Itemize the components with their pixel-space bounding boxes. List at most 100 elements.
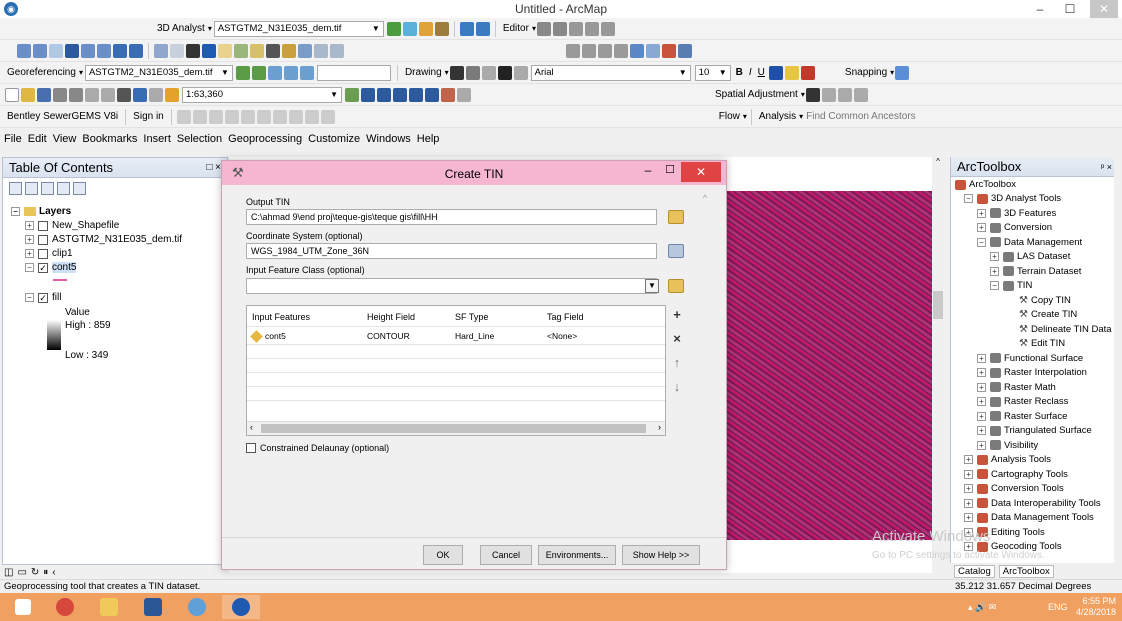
- taskbar-chrome[interactable]: [46, 595, 84, 619]
- steepest-path-icon[interactable]: [402, 21, 417, 36]
- forward-extent-icon[interactable]: [129, 43, 143, 58]
- text-icon[interactable]: [497, 65, 512, 80]
- arctoolbox-tree-item[interactable]: + Cartography Tools: [964, 469, 1068, 480]
- layer-visibility-checkbox[interactable]: ✓: [38, 262, 48, 273]
- new-displacement-link-icon[interactable]: [821, 87, 836, 102]
- coordinate-system-input[interactable]: WGS_1984_UTM_Zone_36N: [246, 243, 657, 259]
- arctoolbox-tree-item[interactable]: + Conversion Tools: [964, 483, 1064, 494]
- select-features-icon[interactable]: [154, 43, 168, 58]
- collapse-icon[interactable]: −: [990, 281, 999, 290]
- delete-icon[interactable]: [117, 87, 131, 102]
- print-icon[interactable]: [53, 87, 67, 102]
- sketch-tool-icon[interactable]: [552, 21, 567, 36]
- bold-button[interactable]: B: [733, 67, 746, 78]
- move-up-icon[interactable]: ↑: [669, 355, 685, 371]
- show-help-button[interactable]: Show Help >>: [622, 545, 700, 565]
- sewer-tool-icon[interactable]: [304, 109, 319, 124]
- split-tool-icon[interactable]: [584, 21, 599, 36]
- environments-button[interactable]: Environments...: [538, 545, 616, 565]
- arctoolbox-tree-item[interactable]: + Raster Reclass: [977, 396, 1068, 407]
- scale-icon[interactable]: [283, 65, 298, 80]
- attributes-icon[interactable]: [600, 21, 615, 36]
- select-elements-icon[interactable]: [186, 43, 200, 58]
- drawing-menu[interactable]: Drawing: [402, 67, 445, 78]
- modify-link-icon[interactable]: [837, 87, 852, 102]
- editing-tool-icon[interactable]: [598, 43, 612, 58]
- italic-button[interactable]: I: [746, 67, 755, 78]
- pan-icon[interactable]: [49, 43, 63, 58]
- expand-icon[interactable]: +: [977, 382, 986, 392]
- scale-combo[interactable]: 1:63,360 ▼: [182, 86, 342, 103]
- start-button[interactable]: [4, 595, 42, 619]
- table-cell[interactable]: cont5: [250, 329, 286, 343]
- fixed-zoom-out-icon[interactable]: [97, 43, 111, 58]
- expand-icon[interactable]: +: [25, 249, 34, 258]
- toc-icon[interactable]: [361, 87, 375, 102]
- scroll-left-icon[interactable]: ‹: [52, 567, 55, 578]
- arctoolbox-tree-item[interactable]: + Visibility: [977, 440, 1038, 451]
- color-swatch-icon[interactable]: [630, 43, 644, 58]
- layout-view-icon[interactable]: ▭: [17, 567, 26, 578]
- arctoolbox-tree-item[interactable]: +3D Features: [977, 208, 1056, 219]
- arctoolbox-tree-item[interactable]: + Raster Math: [977, 382, 1056, 393]
- toc-layer-item[interactable]: + ASTGTM2_N31E035_dem.tif: [25, 234, 182, 245]
- tab-arctoolbox[interactable]: ArcToolbox: [998, 564, 1054, 578]
- sewer-tool-icon[interactable]: [208, 109, 223, 124]
- arctoolbox-scrollbar[interactable]: [1114, 157, 1122, 565]
- editing-tool-icon[interactable]: [614, 43, 628, 58]
- layer-visibility-checkbox[interactable]: ✓: [38, 292, 48, 303]
- rotate-icon[interactable]: [251, 65, 266, 80]
- link-table-icon[interactable]: [299, 65, 314, 80]
- arctoolbox-tree-item[interactable]: ⚒ Create TIN: [1019, 309, 1077, 320]
- select-elements-icon[interactable]: [449, 65, 464, 80]
- find-common-ancestors-button[interactable]: Find Common Ancestors: [803, 111, 919, 122]
- layers-group[interactable]: − Layers: [11, 206, 71, 217]
- expand-icon[interactable]: +: [990, 266, 999, 276]
- layer-visibility-checkbox[interactable]: [38, 220, 48, 231]
- link-table-icon[interactable]: [853, 87, 868, 102]
- layer-visibility-checkbox[interactable]: [38, 234, 48, 245]
- find-icon[interactable]: [266, 43, 280, 58]
- catalog-icon[interactable]: [377, 87, 391, 102]
- expand-icon[interactable]: +: [977, 353, 986, 363]
- arctoolbox-tree-item[interactable]: + Data Interoperability Tools: [964, 498, 1101, 509]
- collapse-icon[interactable]: −: [11, 207, 20, 216]
- menu-windows[interactable]: Windows: [366, 133, 417, 145]
- minimize-button[interactable]: –: [1026, 0, 1054, 18]
- pin-icon[interactable]: ᵖ ×: [1101, 157, 1112, 177]
- editing-tool-icon[interactable]: [582, 43, 596, 58]
- georeferencing-menu[interactable]: Georeferencing: [4, 67, 79, 78]
- paste-icon[interactable]: [101, 87, 115, 102]
- arctoolbox-icon[interactable]: [409, 87, 423, 102]
- layer-visibility-checkbox[interactable]: [38, 248, 48, 259]
- contour-tool-icon[interactable]: [386, 21, 401, 36]
- height-field-cell[interactable]: CONTOUR: [367, 331, 410, 341]
- add-data-icon[interactable]: [165, 87, 179, 102]
- sewer-tool-icon[interactable]: [176, 109, 191, 124]
- toc-layer-item[interactable]: + clip1: [25, 248, 73, 259]
- arctoolbox-tree-item[interactable]: ⚒ Delineate TIN Data: [1019, 324, 1112, 335]
- new-document-icon[interactable]: [5, 87, 19, 102]
- expand-icon[interactable]: +: [977, 368, 986, 377]
- editing-tool-icon[interactable]: [566, 43, 580, 58]
- menu-bookmarks[interactable]: Bookmarks: [82, 133, 143, 145]
- arctoolbox-tree-item[interactable]: + Conversion: [977, 222, 1052, 233]
- hyperlink-icon[interactable]: [218, 43, 232, 58]
- menu-insert[interactable]: Insert: [143, 133, 177, 145]
- close-button[interactable]: ✕: [1090, 0, 1118, 18]
- html-popup-icon[interactable]: [234, 43, 248, 58]
- identify-icon[interactable]: [202, 43, 216, 58]
- browse-folder-icon[interactable]: [668, 279, 684, 293]
- dialog-titlebar[interactable]: ⚒ Create TIN – ☐ ✕: [222, 161, 726, 185]
- dialog-vertical-scrollbar[interactable]: ^: [699, 193, 711, 529]
- font-combo[interactable]: Arial ▼: [530, 64, 691, 81]
- arctoolbox-tree-item[interactable]: + Triangulated Surface: [977, 425, 1092, 436]
- collapse-icon[interactable]: −: [977, 237, 986, 247]
- callout-icon[interactable]: [513, 65, 528, 80]
- list-by-selection-icon[interactable]: [57, 181, 70, 195]
- clear-selection-icon[interactable]: [170, 43, 184, 58]
- arctoolbox-tree-item[interactable]: + Raster Interpolation: [977, 367, 1087, 378]
- tag-field-cell[interactable]: <None>: [547, 331, 577, 341]
- select-elements-icon[interactable]: [805, 87, 820, 102]
- taskbar-arcmap[interactable]: [222, 595, 260, 619]
